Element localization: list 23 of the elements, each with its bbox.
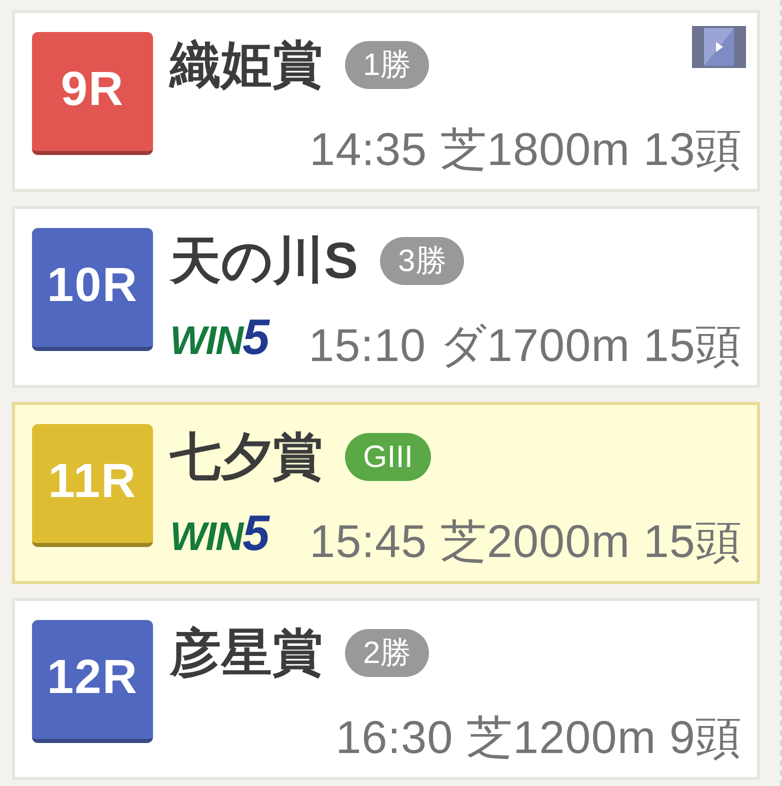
race-card[interactable]: 12R 彦星賞 2勝 16:30 芝1200m 9頭 — [12, 598, 760, 780]
win5-logo: WIN5 — [170, 316, 269, 366]
race-card[interactable]: 9R 織姫賞 1勝 14:35 芝1800m 13頭 — [12, 10, 760, 192]
race-number: 11R — [32, 424, 153, 547]
race-card[interactable]: 10R 天の川S 3勝 WIN5 15:10 ダ1700m 15頭 — [12, 206, 760, 388]
race-info: 16:30 芝1200m 9頭 — [336, 710, 742, 764]
race-number: 12R — [32, 620, 153, 743]
win5-logo: WIN5 — [170, 512, 269, 562]
race-number: 9R — [32, 32, 153, 155]
race-number: 10R — [32, 228, 153, 351]
race-info: 14:35 芝1800m 13頭 — [310, 122, 742, 176]
race-info: 15:10 ダ1700m 15頭 — [308, 318, 742, 372]
video-play-icon[interactable] — [692, 26, 746, 68]
race-name: 七夕賞 — [170, 428, 323, 486]
grade-badge: 2勝 — [345, 629, 430, 677]
race-name: 彦星賞 — [170, 624, 323, 682]
race-name: 織姫賞 — [170, 36, 323, 94]
grade-badge: 1勝 — [345, 41, 430, 89]
grade-badge: GIII — [345, 433, 431, 481]
race-name: 天の川S — [170, 232, 358, 290]
race-info: 15:45 芝2000m 15頭 — [310, 514, 742, 568]
race-card[interactable]: 11R 七夕賞 GIII WIN5 15:45 芝2000m 15頭 — [12, 402, 760, 584]
grade-badge: 3勝 — [380, 237, 464, 285]
